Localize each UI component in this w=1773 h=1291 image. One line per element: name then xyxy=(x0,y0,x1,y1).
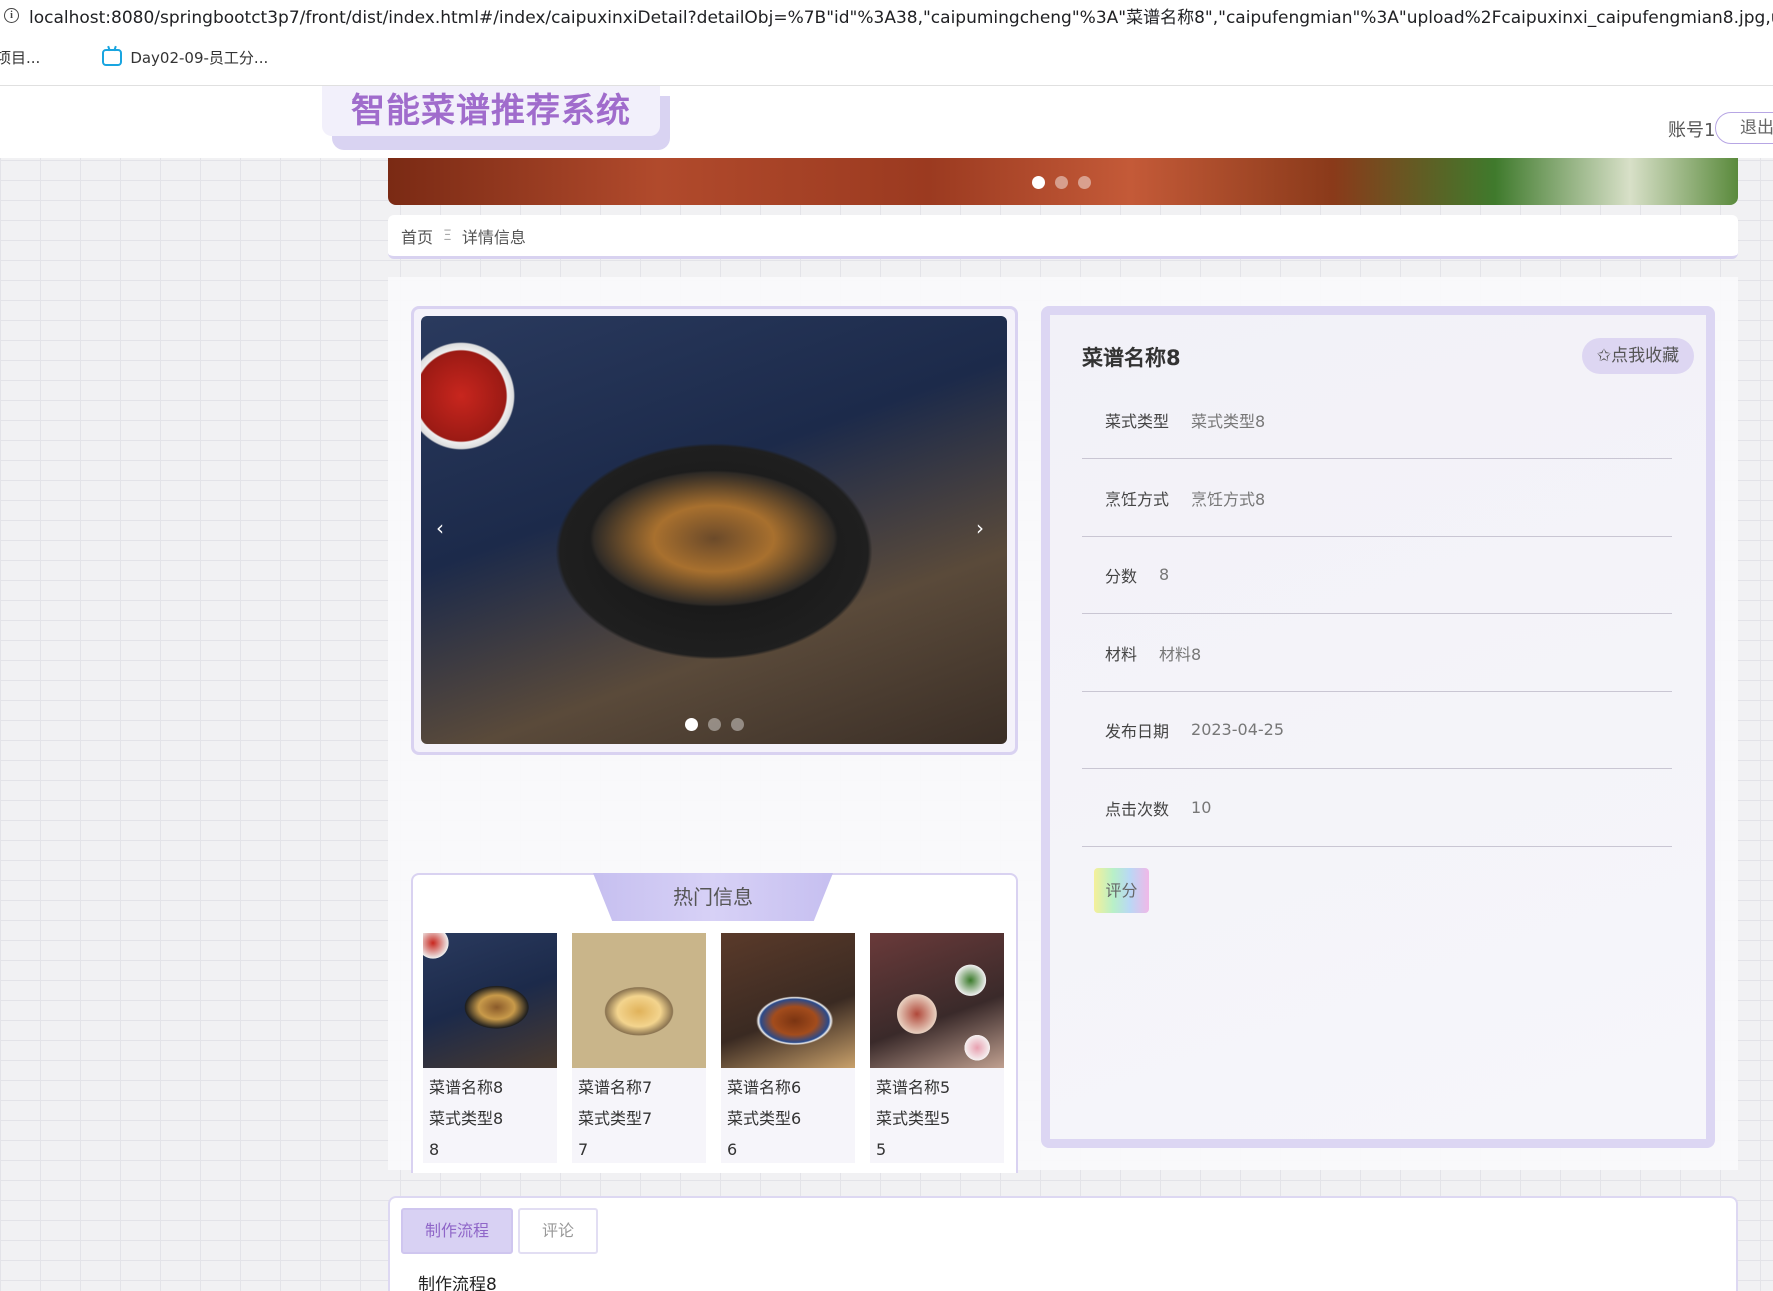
hot-item-type: 菜式类型7 xyxy=(578,1109,653,1128)
hot-item-card[interactable]: 菜谱名称6 菜式类型6 6 xyxy=(721,933,855,1163)
field-value: 8 xyxy=(1159,565,1170,584)
field-value: 2023-04-25 xyxy=(1191,720,1284,739)
bookmark-item[interactable]: 项目... xyxy=(0,47,40,68)
chevron-left-icon[interactable]: ‹ xyxy=(436,516,444,540)
favorite-button[interactable]: ✩点我收藏 xyxy=(1582,338,1694,374)
hot-item-name: 菜谱名称5 xyxy=(876,1078,951,1097)
hot-item-card[interactable]: 菜谱名称7 菜式类型7 7 xyxy=(572,933,706,1163)
detail-field-row: 分数 8 xyxy=(1082,536,1672,614)
hot-item-image xyxy=(572,933,706,1068)
detail-field-row: 材料 材料8 xyxy=(1082,614,1672,692)
hot-info-title: 热门信息 xyxy=(593,873,833,921)
hot-item-name: 菜谱名称7 xyxy=(578,1078,653,1097)
recipe-title: 菜谱名称8 xyxy=(1082,346,1181,370)
gallery-dot[interactable] xyxy=(685,718,698,731)
chevron-right-icon[interactable]: › xyxy=(976,516,984,540)
hot-item-name: 菜谱名称8 xyxy=(429,1078,504,1097)
dish-image xyxy=(421,316,1007,744)
bookmark-label: Day02-09-员工分... xyxy=(130,49,269,67)
hot-item-card[interactable]: 菜谱名称5 菜式类型5 5 xyxy=(870,933,1004,1163)
detail-field-row: 烹饪方式 烹饪方式8 xyxy=(1082,459,1672,537)
rate-button[interactable]: 评分 xyxy=(1094,868,1149,913)
detail-field-row: 发布日期 2023-04-25 xyxy=(1082,691,1672,769)
breadcrumb-separator-icon: Ξ xyxy=(443,227,452,244)
hot-item-score: 7 xyxy=(578,1140,589,1159)
site-title[interactable]: 智能菜谱推荐系统 xyxy=(322,86,660,136)
detail-field-row: 点击次数 10 xyxy=(1082,769,1672,847)
hot-item-type: 菜式类型5 xyxy=(876,1109,951,1128)
field-value: 材料8 xyxy=(1159,644,1202,664)
tab-comments[interactable]: 评论 xyxy=(518,1208,598,1254)
breadcrumb-current: 详情信息 xyxy=(461,227,526,247)
bookmark-item[interactable]: Day02-09-员工分... xyxy=(102,47,268,68)
hot-item-type: 菜式类型8 xyxy=(429,1109,504,1128)
banner-dot[interactable] xyxy=(1032,176,1045,189)
logout-button[interactable]: 退出 xyxy=(1715,112,1773,144)
breadcrumb: 首页 Ξ 详情信息 xyxy=(388,215,1738,259)
hot-item-name: 菜谱名称6 xyxy=(727,1078,802,1097)
gallery-dot[interactable] xyxy=(731,718,744,731)
field-label: 分数 xyxy=(1105,566,1138,586)
detail-field-row: 菜式类型 菜式类型8 xyxy=(1082,381,1672,459)
field-label: 菜式类型 xyxy=(1105,411,1170,431)
gallery-dot[interactable] xyxy=(708,718,721,731)
hot-item-score: 6 xyxy=(727,1140,738,1159)
banner-dot[interactable] xyxy=(1055,176,1068,189)
gallery-indicators xyxy=(685,718,744,731)
site-header: 智能菜谱推荐系统 账号1 退出 xyxy=(0,86,1773,158)
hot-item-image xyxy=(721,933,855,1068)
hot-item-image xyxy=(423,933,557,1068)
account-name[interactable]: 账号1 xyxy=(1668,116,1715,142)
field-value: 烹饪方式8 xyxy=(1191,489,1266,509)
hot-item-score: 5 xyxy=(876,1140,887,1159)
hot-item-card[interactable]: 菜谱名称8 菜式类型8 8 xyxy=(423,933,557,1163)
tab-process[interactable]: 制作流程 xyxy=(401,1208,513,1254)
field-value: 10 xyxy=(1191,798,1212,817)
url-text[interactable]: localhost:8080/springbootct3p7/front/dis… xyxy=(29,3,1773,28)
info-icon[interactable]: i xyxy=(4,7,19,23)
hot-item-score: 8 xyxy=(429,1140,440,1159)
tab-content: 制作流程8 xyxy=(418,1275,497,1291)
field-label: 点击次数 xyxy=(1105,799,1170,819)
hot-item-type: 菜式类型6 xyxy=(727,1109,802,1128)
field-label: 发布日期 xyxy=(1105,721,1170,741)
banner-indicators xyxy=(1032,176,1091,189)
address-bar[interactable]: i localhost:8080/springbootct3p7/front/d… xyxy=(0,0,1773,30)
field-value: 菜式类型8 xyxy=(1191,411,1266,431)
bookmark-label: 项目... xyxy=(0,49,41,67)
bookmarks-bar: 项目... Day02-09-员工分... xyxy=(0,30,1773,86)
hot-item-image xyxy=(870,933,1004,1068)
breadcrumb-home[interactable]: 首页 xyxy=(401,224,433,248)
banner-dot[interactable] xyxy=(1078,176,1091,189)
field-label: 材料 xyxy=(1105,644,1138,664)
field-label: 烹饪方式 xyxy=(1105,489,1170,509)
bilibili-tv-icon xyxy=(102,49,123,66)
